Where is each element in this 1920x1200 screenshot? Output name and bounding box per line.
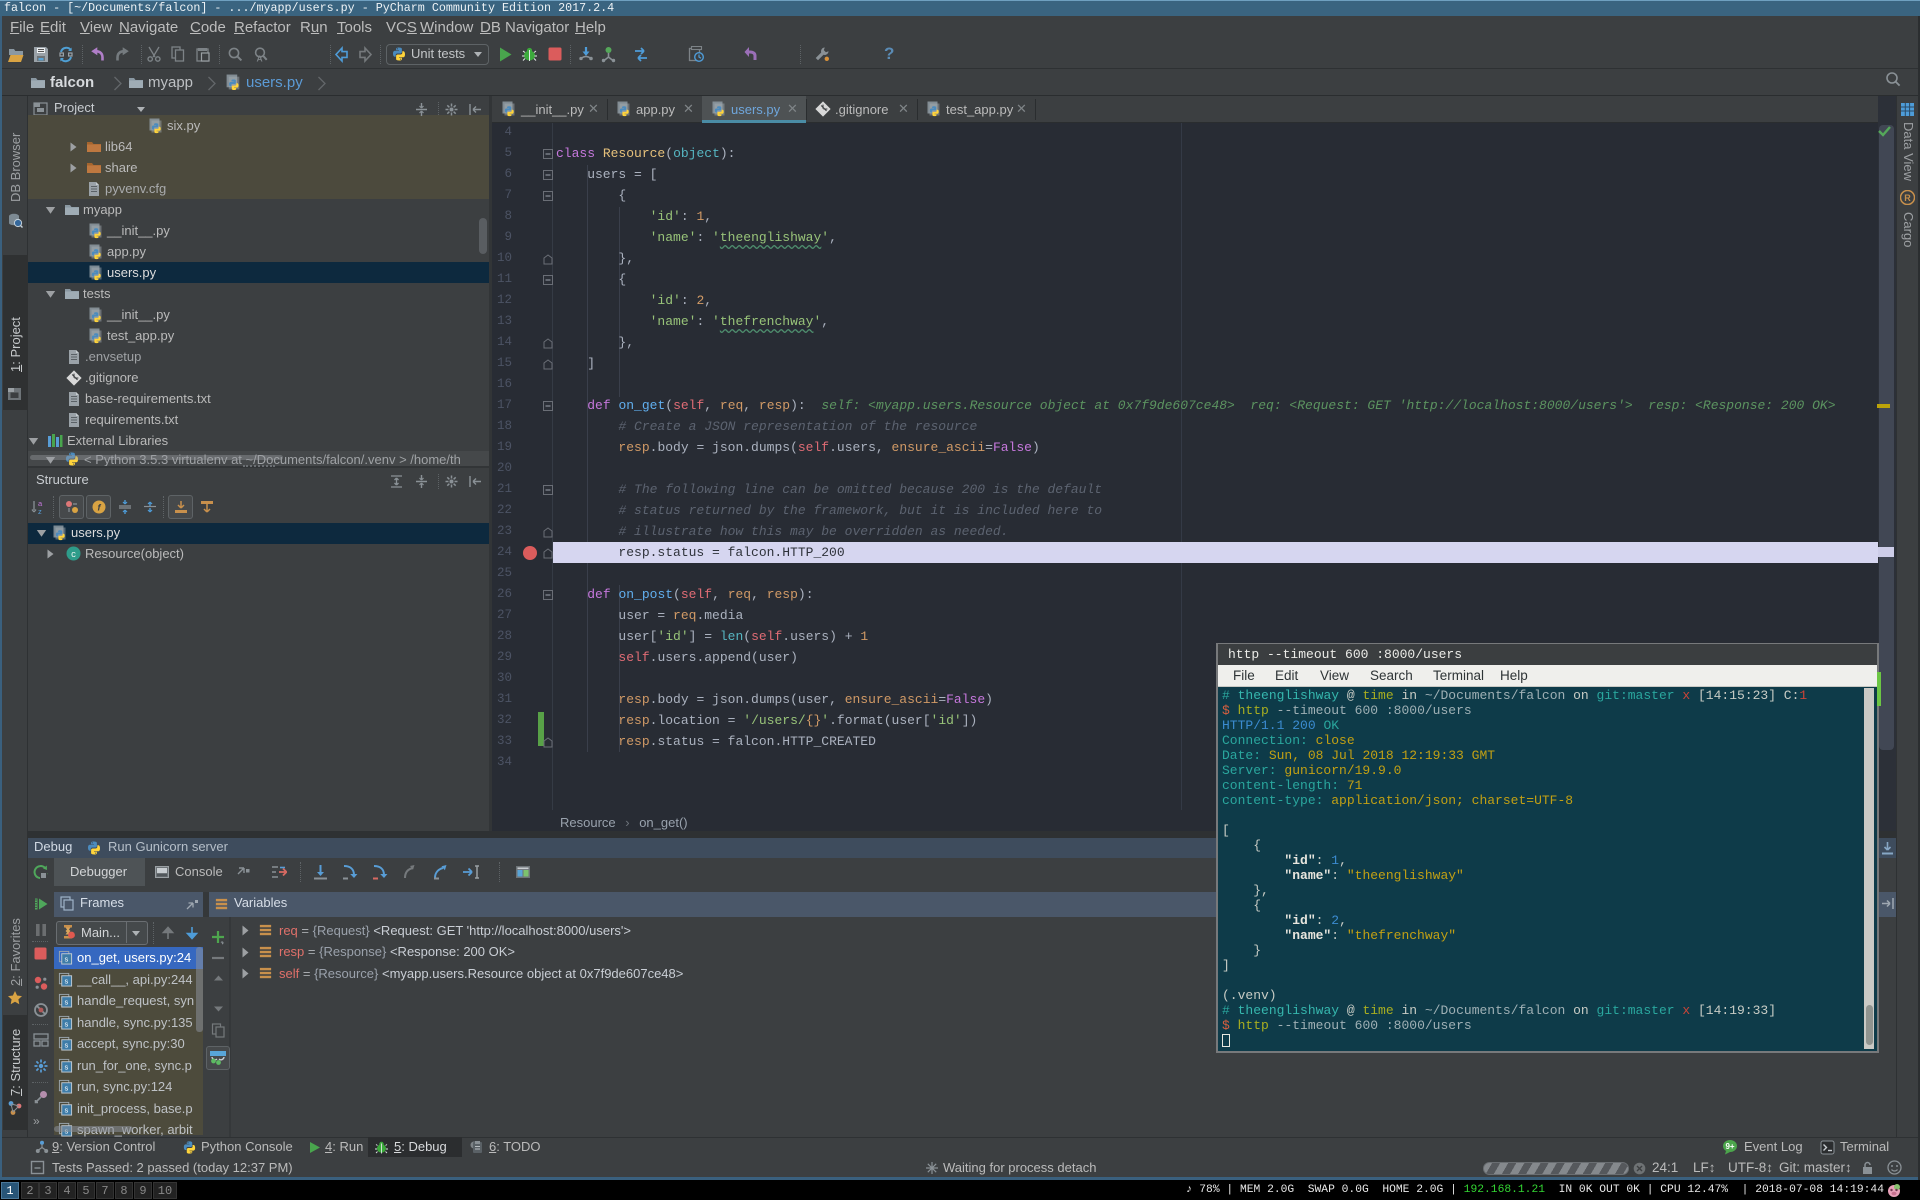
svg-text:c: c (71, 549, 76, 560)
svg-text:R: R (1904, 193, 1911, 203)
svg-text:A: A (257, 54, 263, 64)
svg-text:9+: 9+ (1725, 1142, 1734, 1151)
svg-text:z: z (38, 507, 42, 515)
